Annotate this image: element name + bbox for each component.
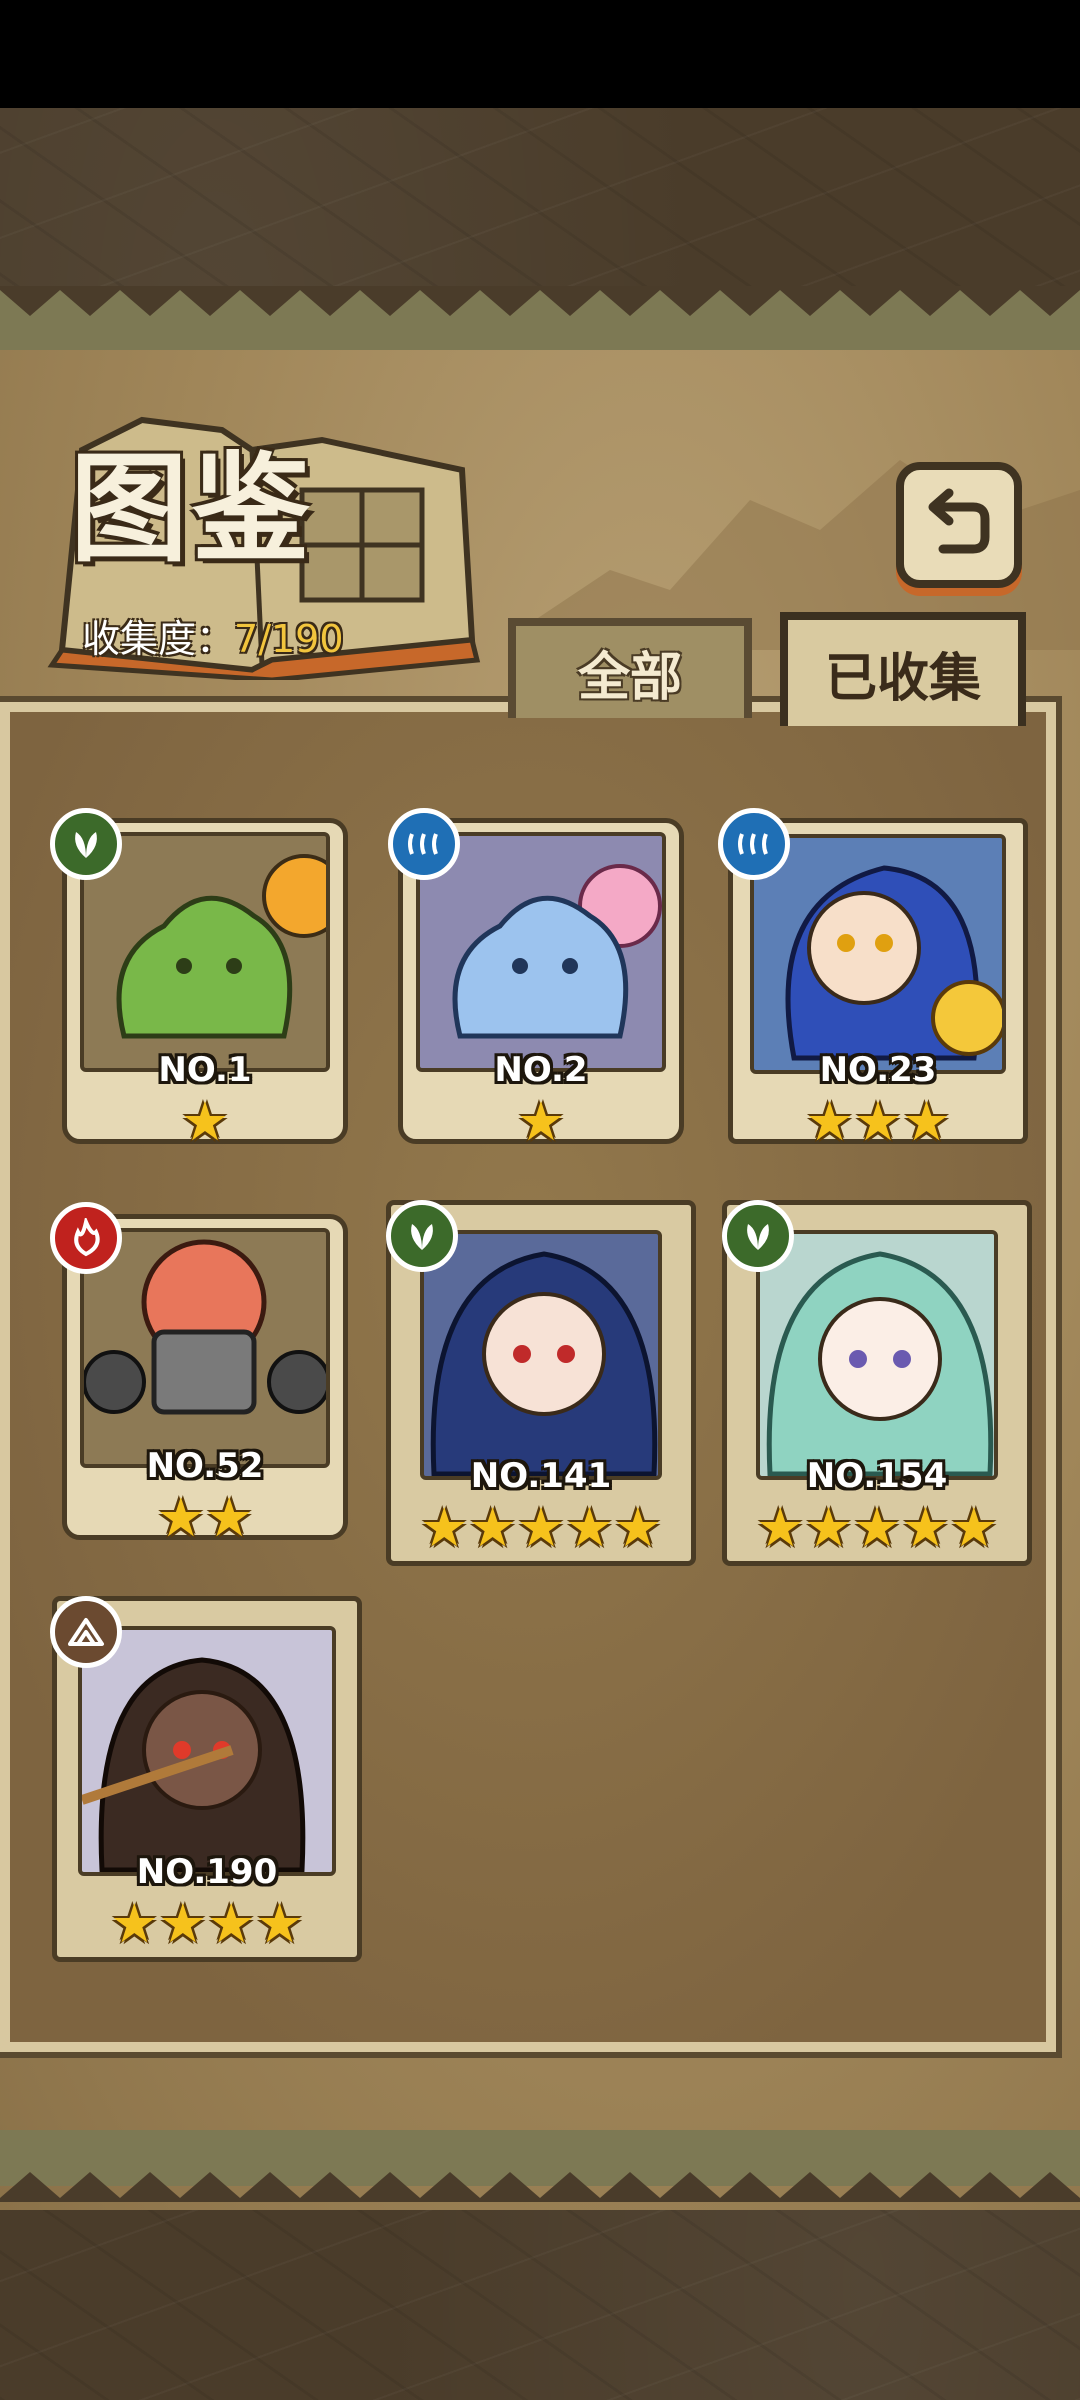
star-icon: ★ <box>468 1496 517 1559</box>
status-bar <box>0 0 1080 108</box>
monster-number: NO.141 <box>470 1456 612 1496</box>
monster-portrait <box>750 834 1006 1074</box>
monster-portrait <box>80 1228 330 1468</box>
star-icon: ★ <box>158 1892 207 1955</box>
star-rating: ★ <box>62 1094 348 1150</box>
monster-number: NO.52 <box>146 1446 264 1486</box>
star-icon: ★ <box>419 1496 469 1559</box>
monster-number: NO.2 <box>494 1050 588 1090</box>
monster-card[interactable]: NO.1 ★ <box>50 808 348 1149</box>
back-button[interactable] <box>896 462 1022 588</box>
monster-number: NO.154 <box>806 1456 948 1496</box>
star-icon: ★ <box>180 1090 230 1153</box>
monster-portrait <box>78 1626 336 1876</box>
mountain-icon <box>50 1596 122 1668</box>
star-icon: ★ <box>613 1496 663 1559</box>
monster-portrait <box>756 1230 998 1480</box>
star-icon: ★ <box>853 1090 903 1153</box>
monster-card[interactable]: NO.2 ★ <box>388 808 684 1149</box>
tab-all[interactable]: 全部 <box>508 618 752 718</box>
star-rating: ★ ★ ★ ★ ★ <box>722 1500 1032 1556</box>
collection-progress: 收集度：7/190 <box>82 620 344 658</box>
monster-card[interactable]: NO.154 ★ ★ ★ ★ ★ <box>722 1200 1032 1566</box>
monster-card[interactable]: NO.190 ★ ★ ★ ★ <box>50 1596 362 1962</box>
monster-card[interactable]: NO.141 ★ ★ ★ ★ ★ <box>386 1200 696 1566</box>
star-rating: ★ ★ ★ <box>728 1094 1028 1150</box>
scroll-top-edge <box>0 286 1080 316</box>
collection-value: 7/190 <box>234 617 344 661</box>
star-icon: ★ <box>156 1486 205 1549</box>
star-icon: ★ <box>207 1892 256 1955</box>
star-icon: ★ <box>255 1892 304 1955</box>
page-title: 图鉴 <box>70 440 315 578</box>
monster-portrait <box>80 832 330 1072</box>
monster-portrait <box>420 1230 662 1480</box>
star-icon: ★ <box>516 1090 566 1153</box>
monster-number: NO.190 <box>136 1852 278 1892</box>
star-icon: ★ <box>516 1496 566 1559</box>
monster-card[interactable]: NO.52 ★ ★ <box>50 1202 348 1545</box>
star-icon: ★ <box>755 1496 805 1559</box>
scroll-bottom-edge <box>0 2172 1080 2202</box>
star-icon: ★ <box>205 1486 254 1549</box>
star-icon: ★ <box>804 1496 853 1559</box>
star-icon: ★ <box>902 1090 951 1153</box>
star-icon: ★ <box>949 1496 999 1559</box>
star-rating: ★ ★ <box>62 1490 348 1546</box>
monster-number: NO.23 <box>819 1050 937 1090</box>
star-rating: ★ ★ ★ ★ <box>52 1896 362 1952</box>
star-icon: ★ <box>852 1496 902 1559</box>
monster-portrait <box>416 832 666 1072</box>
water-icon <box>718 808 790 880</box>
leaf-icon <box>50 808 122 880</box>
monster-number: NO.1 <box>158 1050 252 1090</box>
fire-icon <box>50 1202 122 1274</box>
monster-card[interactable]: NO.23 ★ ★ ★ <box>718 808 1028 1149</box>
star-icon: ★ <box>901 1496 950 1559</box>
tab-collected[interactable]: 已收集 <box>780 612 1026 726</box>
star-icon: ★ <box>110 1892 159 1955</box>
star-rating: ★ <box>398 1094 684 1150</box>
leaf-icon <box>722 1200 794 1272</box>
collection-label: 收集度： <box>82 617 235 661</box>
water-icon <box>388 808 460 880</box>
leaf-icon <box>386 1200 458 1272</box>
back-arrow-icon <box>928 488 990 554</box>
star-rating: ★ ★ ★ ★ ★ <box>386 1500 696 1556</box>
star-icon: ★ <box>805 1090 854 1153</box>
star-icon: ★ <box>565 1496 614 1559</box>
